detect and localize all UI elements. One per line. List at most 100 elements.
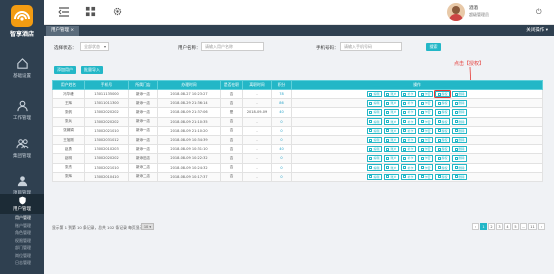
submenu-item[interactable]: 权限管理: [0, 237, 44, 245]
row-op-button[interactable]: 卡密: [418, 173, 434, 181]
row-op-button[interactable]: 补卡: [400, 118, 416, 125]
search-button[interactable]: 搜索: [426, 43, 441, 51]
row-op-button[interactable]: 编辑: [366, 173, 382, 181]
row-op-button[interactable]: 账户: [383, 136, 399, 144]
row-op-button[interactable]: 账户: [383, 118, 399, 125]
row-op-label: 删除: [458, 110, 465, 115]
row-op-button[interactable]: 授权: [435, 173, 451, 181]
row-op-button[interactable]: 授权: [435, 155, 451, 162]
row-op-button[interactable]: 账户: [383, 90, 399, 98]
row-op-button[interactable]: 补卡: [400, 127, 416, 135]
row-op-button[interactable]: 卡密: [418, 100, 434, 107]
row-op-button[interactable]: 删除: [452, 164, 468, 171]
row-op-button[interactable]: 补卡: [400, 100, 416, 107]
name-filter-label: 用户名称：: [178, 46, 201, 51]
row-op-button[interactable]: 授权: [435, 100, 451, 107]
row-op-button[interactable]: 卡密: [418, 90, 434, 98]
page-button[interactable]: ›: [538, 223, 545, 230]
row-op-button[interactable]: 编辑: [366, 90, 382, 98]
submenu-item[interactable]: 账户管理: [0, 222, 44, 230]
row-op-button[interactable]: 卡密: [418, 155, 434, 162]
name-input[interactable]: 请输入用户名称: [201, 42, 264, 51]
page-button[interactable]: 2: [488, 223, 495, 230]
row-op-button[interactable]: 账户: [383, 164, 399, 171]
row-op-button[interactable]: 账户: [383, 173, 399, 181]
menu-toggle-icon[interactable]: [58, 6, 70, 18]
row-op-button[interactable]: 授权: [435, 109, 451, 116]
submenu-item[interactable]: 岗位管理: [0, 252, 44, 260]
submenu-item[interactable]: 日志管理: [0, 259, 44, 267]
row-op-button[interactable]: 编辑: [366, 155, 382, 162]
account-icon: [386, 129, 390, 133]
row-op-button[interactable]: 卡密: [418, 136, 434, 144]
row-op-button[interactable]: 授权: [435, 145, 451, 153]
row-op-button[interactable]: 删除: [452, 100, 468, 107]
row-op-button[interactable]: 补卡: [400, 109, 416, 116]
submenu-item[interactable]: 用户管理: [0, 214, 44, 222]
phone-input[interactable]: 请输入手机号码: [340, 42, 402, 51]
page-button[interactable]: 4: [504, 223, 511, 230]
avatar[interactable]: [447, 3, 465, 21]
row-op-button[interactable]: 编辑: [366, 109, 382, 116]
row-op-button[interactable]: 删除: [452, 173, 468, 181]
row-op-button[interactable]: 补卡: [400, 164, 416, 171]
row-op-button[interactable]: 删除: [452, 145, 468, 153]
row-op-button[interactable]: 授权: [434, 90, 452, 98]
row-op-button[interactable]: 账户: [383, 100, 399, 107]
tab-users[interactable]: 用户管理 ×: [46, 26, 80, 36]
row-op-button[interactable]: 授权: [435, 118, 451, 125]
row-op-button[interactable]: 账户: [383, 109, 399, 116]
row-op-button[interactable]: 删除: [452, 155, 468, 162]
row-op-button[interactable]: 删除: [452, 136, 468, 144]
row-op-button[interactable]: 账户: [383, 155, 399, 162]
submenu-item[interactable]: 角色管理: [0, 229, 44, 237]
row-op-button[interactable]: 卡密: [418, 109, 434, 116]
row-op-button[interactable]: 编辑: [366, 127, 382, 135]
row-op-button[interactable]: 编辑: [366, 145, 382, 153]
page-button[interactable]: 5: [512, 223, 519, 230]
sidebar-item-work[interactable]: 工作管理: [0, 90, 44, 130]
row-op-button[interactable]: 授权: [435, 136, 451, 144]
row-op-button[interactable]: 授权: [435, 127, 451, 135]
gear-icon[interactable]: [112, 6, 123, 17]
batch-import-button[interactable]: 批量导入: [81, 66, 103, 74]
row-op-button[interactable]: 删除: [452, 127, 468, 135]
close-operations-dropdown[interactable]: 关闭操作 ▾: [526, 25, 548, 36]
row-op-button[interactable]: 卡密: [418, 145, 434, 153]
row-op-button[interactable]: 账户: [383, 145, 399, 153]
row-op-button[interactable]: 补卡: [400, 173, 416, 181]
row-op-button[interactable]: 补卡: [400, 90, 416, 98]
sidebar-item-users[interactable]: 用户管理: [0, 194, 44, 214]
page-size-select[interactable]: 10 ▾: [141, 223, 154, 230]
row-op-button[interactable]: 编辑: [366, 118, 382, 125]
row-op-button[interactable]: 卡密: [418, 127, 434, 135]
row-op-button[interactable]: 删除: [452, 90, 468, 98]
page-button[interactable]: 3: [496, 223, 503, 230]
row-op-button[interactable]: 卡密: [418, 164, 434, 171]
row-op-button[interactable]: 账户: [383, 127, 399, 135]
row-op-button[interactable]: 授权: [435, 164, 451, 171]
row-op-button[interactable]: 卡密: [418, 118, 434, 125]
row-op-button[interactable]: 补卡: [400, 136, 416, 144]
row-op-button[interactable]: 编辑: [366, 164, 382, 171]
row-op-button[interactable]: 删除: [452, 109, 468, 116]
page-button[interactable]: …: [520, 223, 527, 230]
row-op-label: 卡密: [424, 147, 431, 152]
table-cell: 13002020202: [84, 153, 129, 164]
row-op-button[interactable]: 编辑: [366, 136, 382, 144]
add-user-button[interactable]: 添加用户: [54, 66, 76, 74]
row-op-button[interactable]: 删除: [452, 118, 468, 125]
row-op-button[interactable]: 补卡: [400, 145, 416, 153]
page-button[interactable]: 11: [528, 223, 537, 230]
sidebar-item-group[interactable]: 集团管理: [0, 128, 44, 168]
submenu-item[interactable]: 部门管理: [0, 244, 44, 252]
page-button[interactable]: 1: [480, 223, 487, 230]
user-role[interactable]: 超级管理员: [469, 12, 489, 18]
power-icon[interactable]: ⏻: [536, 8, 542, 17]
sidebar-item-basic[interactable]: 基础设置: [0, 48, 44, 88]
status-select[interactable]: 全部状态 ▾: [80, 42, 109, 51]
page-button[interactable]: ‹: [472, 223, 479, 230]
row-op-button[interactable]: 编辑: [366, 100, 382, 107]
row-op-button[interactable]: 补卡: [400, 155, 416, 162]
grid-icon[interactable]: [85, 6, 96, 17]
